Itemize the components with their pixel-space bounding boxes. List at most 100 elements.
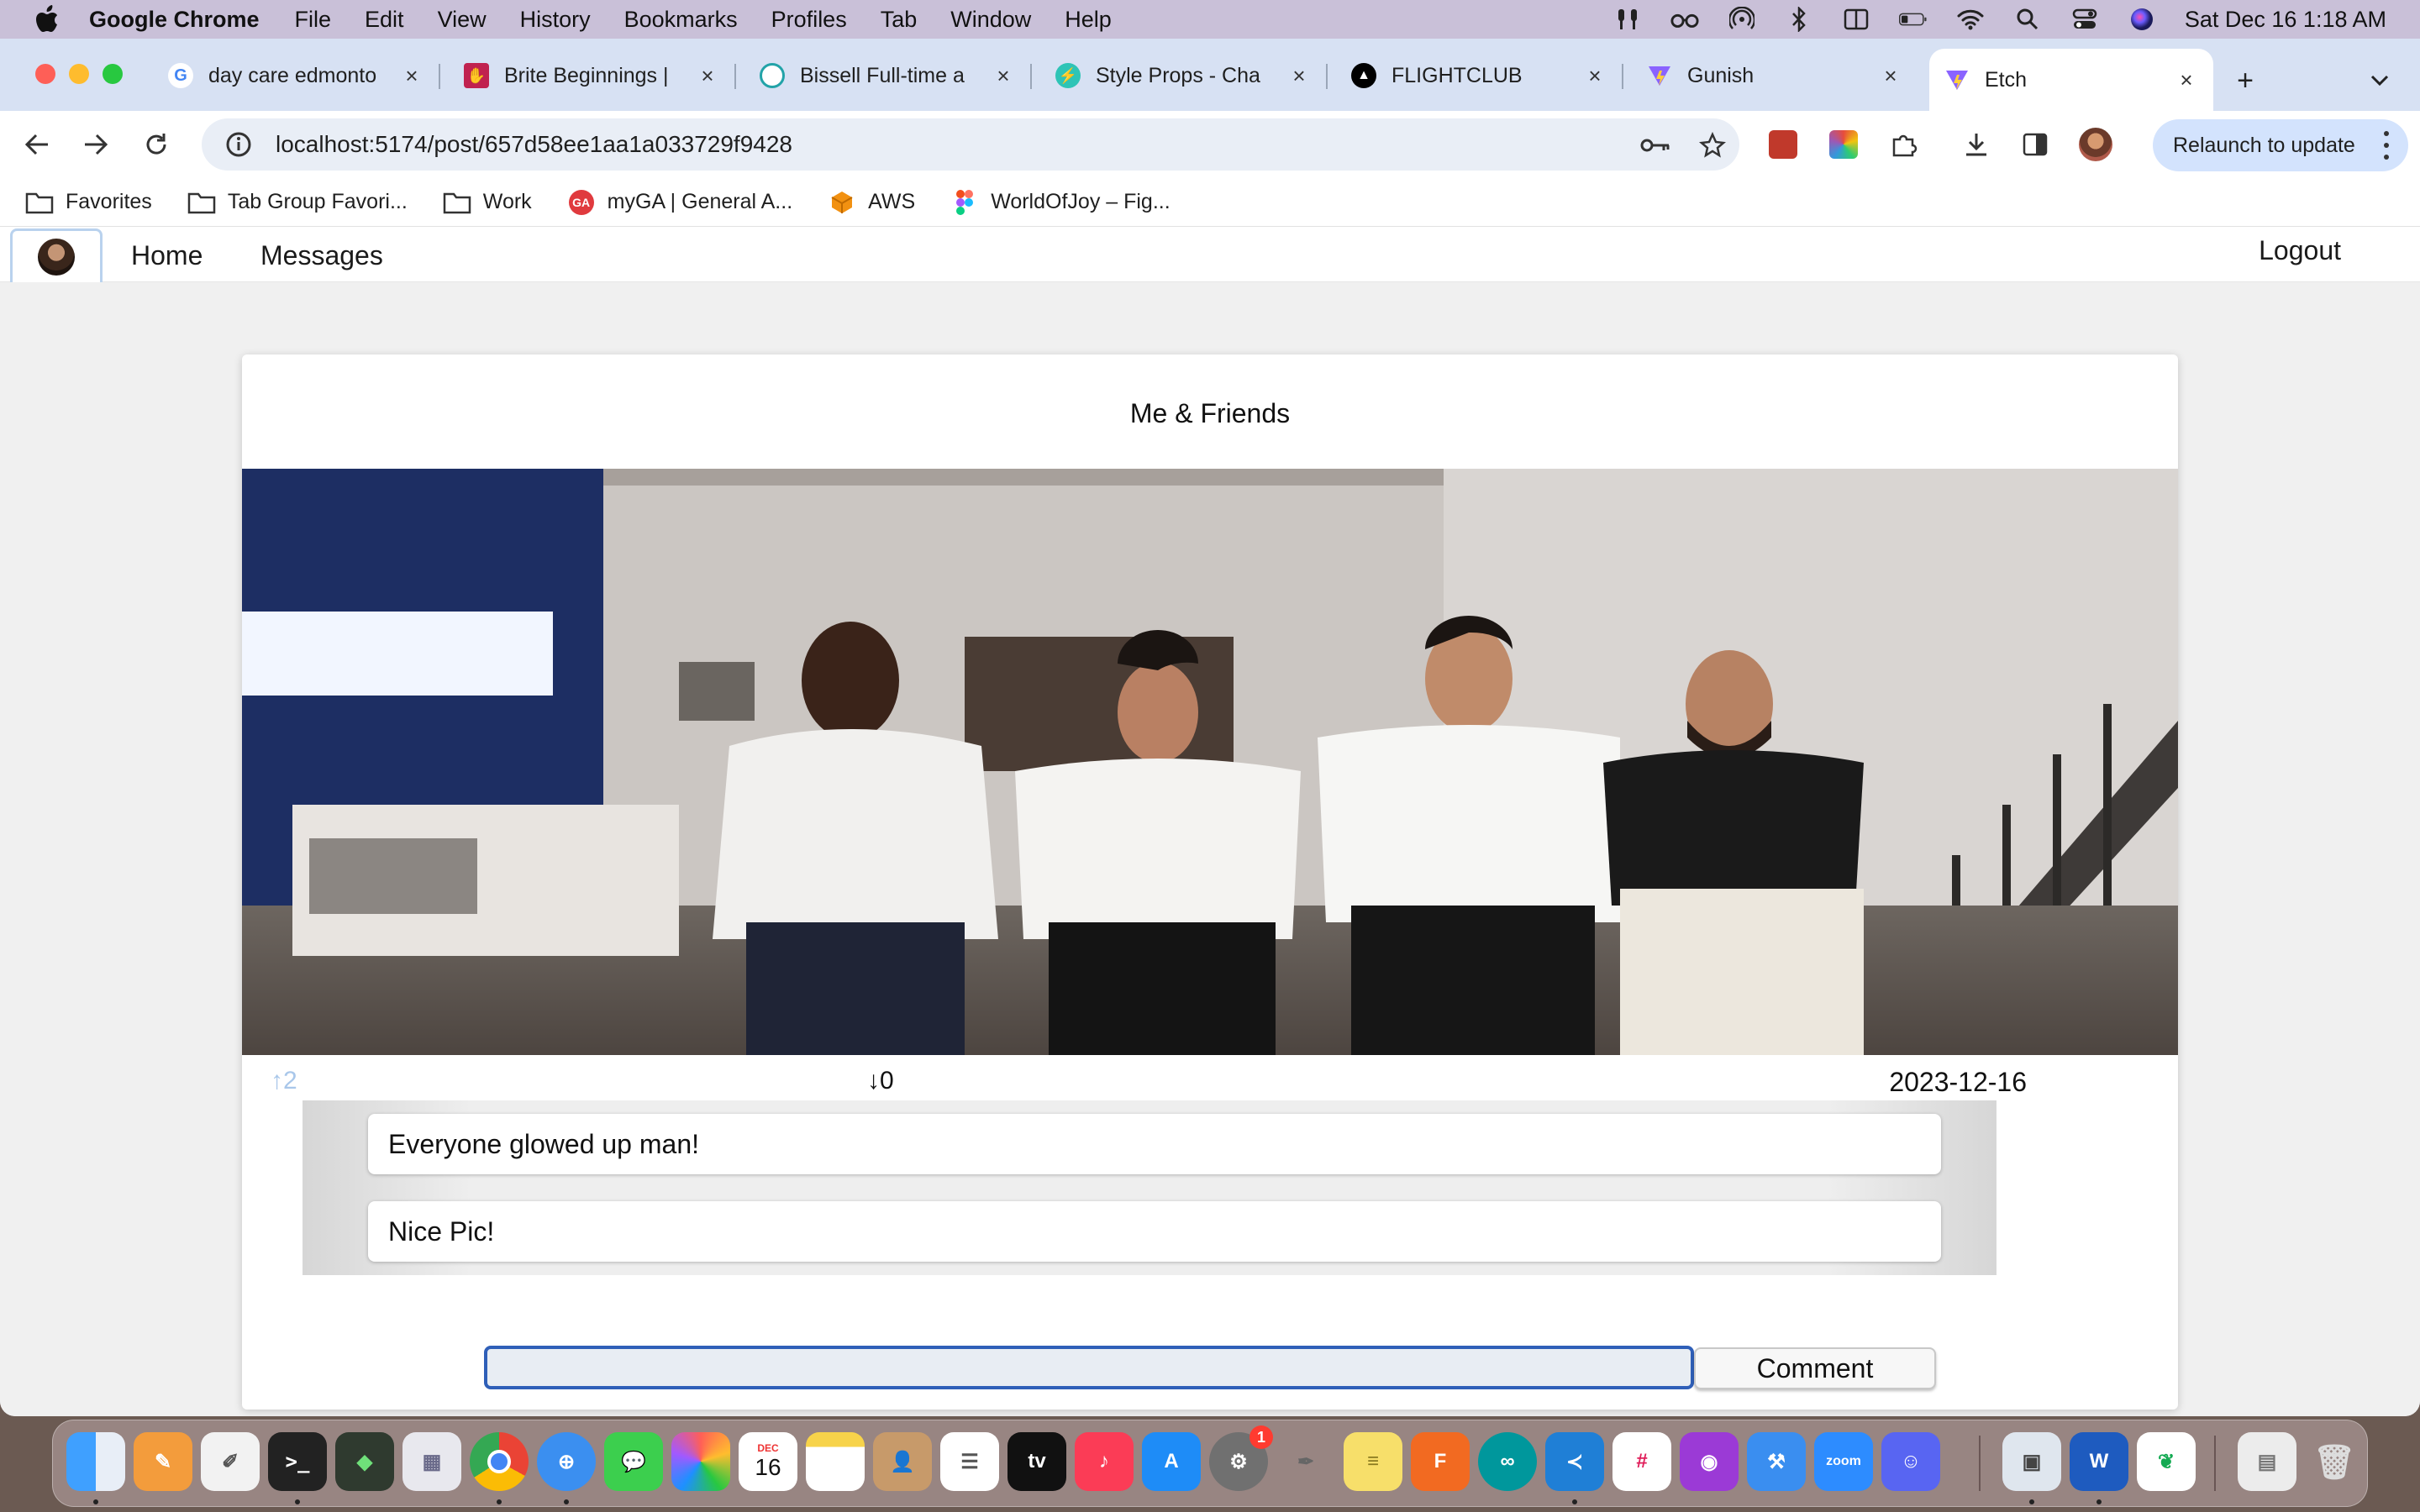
bookmark-tab-group-favorites[interactable]: Tab Group Favori... <box>187 190 408 215</box>
airpods-icon[interactable] <box>1613 7 1642 32</box>
calendar-icon[interactable]: DEC 16 <box>739 1432 797 1491</box>
bookmark-myga[interactable]: GA myGA | General A... <box>567 189 792 215</box>
bookmark-work[interactable]: Work <box>443 190 532 215</box>
downvote-button[interactable]: ↓ 0 <box>867 1067 894 1095</box>
url-text[interactable]: localhost:5174/post/657d58ee1aa1a033729f… <box>276 131 792 158</box>
tab-style-props[interactable]: ⚡ Style Props - Cha × <box>1040 52 1328 99</box>
word-icon[interactable]: W <box>2070 1432 2128 1491</box>
extensions-puzzle-icon[interactable] <box>1886 126 1923 163</box>
zoom-icon[interactable]: zoom <box>1814 1432 1873 1491</box>
tab-flightclub[interactable]: ▲ FLIGHTCLUB × <box>1336 52 1623 99</box>
menu-profiles[interactable]: Profiles <box>771 7 847 33</box>
tab-search-chevron-icon[interactable] <box>2363 64 2396 97</box>
terminal-icon[interactable]: >_ <box>268 1432 327 1491</box>
close-tab-icon[interactable]: × <box>2175 67 2198 92</box>
bookmark-star-icon[interactable] <box>1696 129 1729 162</box>
bookmark-worldofjoy[interactable]: WorldOfJoy – Fig... <box>950 189 1171 215</box>
menu-window[interactable]: Window <box>950 7 1031 33</box>
extension-react-devtools-icon[interactable] <box>1765 126 1802 163</box>
relaunch-to-update-button[interactable]: Relaunch to update <box>2153 119 2408 171</box>
menu-tab[interactable]: Tab <box>881 7 918 33</box>
side-panel-icon[interactable] <box>2017 126 2054 163</box>
address-bar[interactable]: localhost:5174/post/657d58ee1aa1a033729f… <box>202 118 1739 171</box>
documents-icon[interactable]: ▤ <box>2238 1432 2296 1491</box>
slack-icon[interactable]: # <box>1612 1432 1671 1491</box>
upvote-button[interactable]: ↑ 2 <box>271 1067 297 1095</box>
reload-icon[interactable] <box>138 126 175 163</box>
menu-help[interactable]: Help <box>1065 7 1112 33</box>
close-tab-icon[interactable]: × <box>1583 63 1607 88</box>
forward-icon[interactable] <box>77 126 114 163</box>
bookmark-aws[interactable]: AWS <box>828 190 915 215</box>
menu-file[interactable]: File <box>295 7 332 33</box>
activity-monitor-icon[interactable]: ◆ <box>335 1432 394 1491</box>
comment-input[interactable] <box>484 1346 1694 1389</box>
download-icon[interactable] <box>1958 126 1995 163</box>
xcode-icon[interactable]: ⚒ <box>1747 1432 1806 1491</box>
feather-icon[interactable]: ✒ <box>1276 1432 1335 1491</box>
reminders-icon[interactable]: ☰ <box>940 1432 999 1491</box>
textedit-icon[interactable]: ✐ <box>201 1432 260 1491</box>
preview-icon[interactable]: ▣ <box>2002 1432 2061 1491</box>
app-store-icon[interactable]: A <box>1142 1432 1201 1491</box>
menu-history[interactable]: History <box>520 7 591 33</box>
discord-icon[interactable]: ☺ <box>1881 1432 1940 1491</box>
extension-colorzilla-icon[interactable] <box>1825 126 1862 163</box>
mongodb-icon[interactable]: ❦ <box>2137 1432 2196 1491</box>
minimize-window-button[interactable] <box>69 64 89 84</box>
chrome-icon[interactable] <box>470 1432 529 1491</box>
close-window-button[interactable] <box>35 64 55 84</box>
menu-bookmarks[interactable]: Bookmarks <box>624 7 738 33</box>
zoom-window-button[interactable] <box>103 64 123 84</box>
tab-etch[interactable]: Etch × <box>1929 49 2213 111</box>
finder-icon[interactable] <box>66 1432 125 1491</box>
photos-icon[interactable] <box>671 1432 730 1491</box>
airdrop-icon[interactable] <box>1728 7 1756 32</box>
notes-icon[interactable] <box>806 1432 865 1491</box>
close-tab-icon[interactable]: × <box>696 63 719 88</box>
pages-icon[interactable]: ✎ <box>134 1432 192 1491</box>
logout-button[interactable]: Logout <box>2259 235 2341 266</box>
spotlight-icon[interactable] <box>2013 7 2042 32</box>
safari-icon[interactable]: ⊕ <box>537 1432 596 1491</box>
music-icon[interactable]: ♪ <box>1075 1432 1134 1491</box>
fusion-icon[interactable]: F <box>1411 1432 1470 1491</box>
more-menu-icon[interactable] <box>2378 131 2395 160</box>
tab-brite-beginnings[interactable]: ✋ Brite Beginnings | × <box>449 52 736 99</box>
glasses-icon[interactable] <box>1670 7 1699 32</box>
tab-day-care[interactable]: G day care edmonto × <box>153 52 440 99</box>
siri-icon[interactable] <box>2128 7 2156 32</box>
menu-app-name[interactable]: Google Chrome <box>89 7 260 33</box>
back-icon[interactable] <box>18 126 55 163</box>
menu-edit[interactable]: Edit <box>365 7 404 33</box>
menubar-clock[interactable]: Sat Dec 16 1:18 AM <box>2185 7 2386 33</box>
profile-avatar[interactable] <box>2077 126 2114 163</box>
messages-icon[interactable]: 💬 <box>604 1432 663 1491</box>
apple-icon[interactable] <box>30 3 64 36</box>
wifi-icon[interactable] <box>1956 7 1985 32</box>
tab-gunish[interactable]: Gunish × <box>1632 52 1918 99</box>
launchpad-icon[interactable]: ▦ <box>402 1432 461 1491</box>
arduino-icon[interactable]: ∞ <box>1478 1432 1537 1491</box>
apple-tv-icon[interactable]: tv <box>1007 1432 1066 1491</box>
close-tab-icon[interactable]: × <box>1879 63 1902 88</box>
bookmark-favorites[interactable]: Favorites <box>25 190 152 215</box>
system-settings-icon[interactable]: ⚙ 1 <box>1209 1425 1273 1491</box>
new-tab-button[interactable]: + <box>2225 60 2265 101</box>
site-info-icon[interactable] <box>224 129 254 160</box>
podcasts-icon[interactable]: ◉ <box>1680 1432 1739 1491</box>
bluetooth-icon[interactable] <box>1785 7 1813 32</box>
mirroring-icon[interactable] <box>1842 7 1870 32</box>
control-center-icon[interactable] <box>2070 7 2099 32</box>
trash-icon[interactable]: 🗑 <box>2305 1432 2364 1491</box>
contacts-icon[interactable]: 👤 <box>873 1432 932 1491</box>
nav-messages[interactable]: Messages <box>260 240 383 271</box>
comment-button[interactable]: Comment <box>1694 1347 1936 1389</box>
close-tab-icon[interactable]: × <box>992 63 1015 88</box>
battery-icon[interactable] <box>1898 7 1928 32</box>
tab-bissell[interactable]: Bissell Full-time a × <box>744 52 1032 99</box>
close-tab-icon[interactable]: × <box>400 63 424 88</box>
stickies-icon[interactable]: ≡ <box>1344 1432 1402 1491</box>
password-key-icon[interactable] <box>1639 129 1672 162</box>
close-tab-icon[interactable]: × <box>1287 63 1311 88</box>
